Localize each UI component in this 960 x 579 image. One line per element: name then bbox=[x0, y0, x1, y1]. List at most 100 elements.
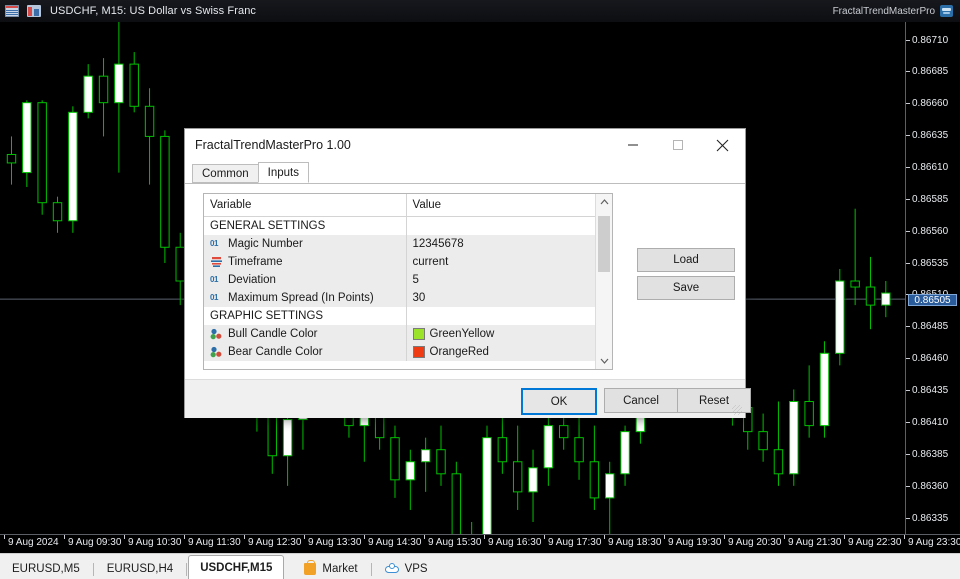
chart-symbol-title: USDCHF, M15: US Dollar vs Swiss Franc bbox=[50, 5, 257, 17]
chevron-up-icon[interactable] bbox=[596, 194, 612, 210]
expert-advisor-face-icon[interactable] bbox=[940, 5, 953, 17]
metatrader-window: USDCHF, M15: US Dollar vs Swiss Franc Fr… bbox=[0, 0, 960, 579]
table-row[interactable]: Timeframe current bbox=[204, 253, 612, 271]
variable-cell: 01 Deviation bbox=[204, 271, 406, 289]
time-tick-label: 9 Aug 20:30 bbox=[724, 535, 781, 548]
cancel-button[interactable]: Cancel bbox=[604, 388, 678, 413]
ea-properties-dialog: FractalTrendMasterPro 1.00 Common Inputs bbox=[184, 128, 751, 418]
chart-tab-eurusd-m5[interactable]: EURUSD,M5 bbox=[0, 557, 92, 579]
value-label: OrangeRed bbox=[429, 346, 489, 358]
time-tick-label: 9 Aug 2024 bbox=[4, 535, 59, 548]
market-tab-label: Market bbox=[322, 562, 358, 575]
time-tick-label: 9 Aug 13:30 bbox=[304, 535, 361, 548]
table-section-row[interactable]: GENERAL SETTINGS bbox=[204, 216, 612, 235]
table-row[interactable]: Bull Candle Color GreenYellow bbox=[204, 325, 612, 343]
value-cell[interactable]: 5 bbox=[405, 271, 612, 289]
section-value bbox=[405, 216, 612, 235]
dialog-body: Variable Value GENERAL SETTINGS 01 Magic N… bbox=[185, 184, 751, 418]
time-tick-label: 9 Aug 09:30 bbox=[64, 535, 121, 548]
chart-tab-eurusd-h4[interactable]: EURUSD,H4 bbox=[95, 557, 185, 579]
variable-label: Bear Candle Color bbox=[228, 346, 323, 358]
price-tick-label: 0.86335 bbox=[912, 512, 949, 524]
table-row[interactable]: 01 Magic Number 12345678 bbox=[204, 235, 612, 253]
time-tick-label: 9 Aug 21:30 bbox=[784, 535, 841, 548]
variable-label: Magic Number bbox=[228, 238, 303, 250]
time-tick-label: 9 Aug 18:30 bbox=[604, 535, 661, 548]
maximize-icon[interactable] bbox=[655, 129, 700, 161]
price-tick-label: 0.86460 bbox=[912, 353, 949, 365]
price-tick: 0.86660 bbox=[906, 98, 960, 110]
price-tick: 0.86635 bbox=[906, 130, 960, 142]
color-swatch bbox=[412, 328, 425, 340]
integer-type-icon: 01 bbox=[210, 239, 218, 248]
tab-inputs[interactable]: Inputs bbox=[257, 162, 309, 183]
price-tick-label: 0.86585 bbox=[912, 193, 949, 205]
chart-tab-usdchf-m15[interactable]: USDCHF,M15 bbox=[188, 555, 285, 579]
tab-common[interactable]: Common bbox=[192, 164, 259, 183]
time-tick-label: 9 Aug 10:30 bbox=[124, 535, 181, 548]
price-tick-label: 0.86385 bbox=[912, 448, 949, 460]
price-scale-axis[interactable]: 0.86710 0.86685 0.86660 0.86635 0.86610 0.865… bbox=[905, 22, 960, 534]
chevron-down-icon[interactable] bbox=[596, 353, 612, 369]
variable-cell: 01 Maximum Spread (In Points) bbox=[204, 289, 406, 307]
time-tick-label: 9 Aug 15:30 bbox=[424, 535, 481, 548]
value-cell[interactable]: 12345678 bbox=[405, 235, 612, 253]
market-watch-icon[interactable] bbox=[5, 5, 19, 17]
value-cell[interactable]: current bbox=[405, 253, 612, 271]
value-cell[interactable]: OrangeRed bbox=[405, 343, 612, 361]
dialog-title-bar[interactable]: FractalTrendMasterPro 1.00 bbox=[185, 129, 745, 161]
time-tick-label: 9 Aug 19:30 bbox=[664, 535, 721, 548]
window-controls bbox=[610, 129, 745, 161]
save-button[interactable]: Save bbox=[637, 276, 735, 300]
inputs-grid[interactable]: Variable Value GENERAL SETTINGS 01 Magic N… bbox=[203, 193, 613, 370]
ok-button[interactable]: OK bbox=[521, 388, 597, 415]
minimize-icon[interactable] bbox=[610, 129, 655, 161]
price-tick-label: 0.86610 bbox=[912, 161, 949, 173]
scrollbar-thumb[interactable] bbox=[598, 216, 610, 272]
dialog-footer: OK Cancel Reset bbox=[185, 379, 751, 418]
section-value bbox=[405, 307, 612, 325]
table-section-row[interactable]: GRAPHIC SETTINGS bbox=[204, 307, 612, 325]
value-cell[interactable]: GreenYellow bbox=[405, 325, 612, 343]
timeframe-type-icon bbox=[210, 256, 223, 268]
tab-separator bbox=[92, 563, 94, 576]
time-scale-axis[interactable]: 9 Aug 2024 9 Aug 09:30 9 Aug 10:30 9 Aug 11… bbox=[0, 534, 960, 554]
price-tick: 0.86460 bbox=[906, 353, 960, 365]
load-button[interactable]: Load bbox=[637, 248, 735, 272]
inputs-table: Variable Value GENERAL SETTINGS 01 Magic N… bbox=[204, 194, 612, 361]
grid-scrollbar[interactable] bbox=[595, 194, 612, 369]
resize-grip[interactable] bbox=[732, 405, 742, 415]
price-tick: 0.86560 bbox=[906, 225, 960, 237]
variable-label: Timeframe bbox=[228, 256, 283, 268]
table-row[interactable]: 01 Maximum Spread (In Points) 30 bbox=[204, 289, 612, 307]
price-tick-label: 0.86560 bbox=[912, 225, 949, 237]
market-tab[interactable]: Market bbox=[292, 557, 369, 579]
vps-tab[interactable]: VPS bbox=[373, 557, 440, 579]
current-price-label: 0.86505 bbox=[908, 294, 957, 307]
ea-name-label: FractalTrendMasterPro bbox=[832, 5, 935, 17]
time-tick-label: 9 Aug 14:30 bbox=[364, 535, 421, 548]
section-label: GENERAL SETTINGS bbox=[204, 216, 406, 235]
chart-header: USDCHF, M15: US Dollar vs Swiss Franc Fr… bbox=[0, 0, 960, 23]
cloud-icon bbox=[384, 563, 399, 574]
column-header-value: Value bbox=[405, 194, 612, 217]
integer-type-icon: 01 bbox=[210, 293, 218, 302]
table-row[interactable]: Bear Candle Color OrangeRed bbox=[204, 343, 612, 361]
price-tick-label: 0.86660 bbox=[912, 98, 949, 110]
time-tick-label: 9 Aug 12:30 bbox=[244, 535, 301, 548]
value-label: 5 bbox=[412, 274, 419, 286]
vps-tab-label: VPS bbox=[404, 562, 428, 575]
price-tick: 0.86610 bbox=[906, 161, 960, 173]
time-tick-label: 9 Aug 23:30 bbox=[904, 535, 960, 548]
color-swatch bbox=[412, 346, 425, 358]
price-tick: 0.86410 bbox=[906, 416, 960, 428]
price-tick: 0.86485 bbox=[906, 321, 960, 333]
close-icon[interactable] bbox=[700, 129, 745, 161]
table-row[interactable]: 01 Deviation 5 bbox=[204, 271, 612, 289]
value-cell[interactable]: 30 bbox=[405, 289, 612, 307]
price-tick-label: 0.86435 bbox=[912, 385, 949, 397]
color-type-icon bbox=[210, 346, 223, 358]
price-tick: 0.86435 bbox=[906, 385, 960, 397]
price-tick-label: 0.86360 bbox=[912, 480, 949, 492]
chart-window-icon[interactable] bbox=[27, 5, 41, 17]
